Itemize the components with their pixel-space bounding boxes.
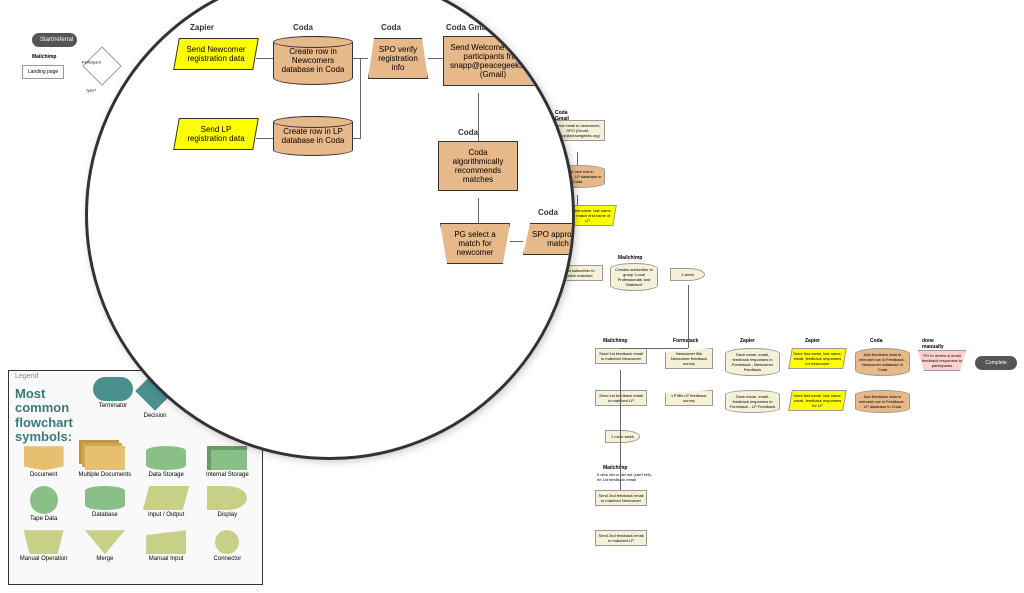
pg-review-box: PG to review & email feedback responses … xyxy=(918,350,966,371)
send-1st-newcomer: Send 1st feedback email to matched Newco… xyxy=(595,348,647,364)
landing-page-box: Landing page xyxy=(22,65,64,79)
legend-input-output: Input / Output xyxy=(138,486,195,522)
coda-label-1: Coda xyxy=(293,23,313,32)
mailchimp-label-4: Mailchimp xyxy=(603,465,627,471)
send-lp-data: Send LP registration data xyxy=(173,118,259,150)
create-newcomer-row: Create row in Newcomers database in Coda xyxy=(273,36,353,85)
mailchimp-label-1: Mailchimp xyxy=(32,54,56,60)
create-lp-row: Create row in LP database in Coda xyxy=(273,116,353,156)
zapier-label: Zapier xyxy=(190,23,214,32)
legend-manual-input: Manual Input xyxy=(138,530,195,562)
newcomer-fills-survey: Newcomer fills Newcomer feedback survey xyxy=(665,348,713,369)
send-2nd-newcomer: Send 2nd feedback email to matched Newco… xyxy=(595,490,647,506)
coda-label-3: Coda xyxy=(458,128,478,137)
mailchimp-label-3: Mailchimp xyxy=(603,338,627,344)
coda-recommends-box: Coda algorithmically recommends matches xyxy=(438,141,518,191)
formstack-label: Formstack xyxy=(673,338,698,344)
add-feedback-lp: Add feedback data to relevant row in Fee… xyxy=(855,390,910,413)
reminder-label: If click did or did not (can't tell), ee… xyxy=(597,472,657,482)
legend-header: Most common flowchart symbols: xyxy=(15,387,85,444)
start-terminator: Start/referral xyxy=(32,33,77,47)
add-feedback-newcomer: Add feedback data to relevant row in Fee… xyxy=(855,348,910,376)
lp-fills-survey: LP fills LP feedback survey xyxy=(665,390,713,406)
legend-display: Display xyxy=(199,486,256,522)
legend-manual-operation: Manual Operation xyxy=(15,530,72,562)
spo-verify: SPO verify registration info xyxy=(368,38,428,79)
pg-select-match: PG select a match for newcomer xyxy=(440,223,510,264)
mailchimp-label-2: Mailchimp xyxy=(618,255,642,261)
zapier-label-3: Zapier xyxy=(805,338,820,344)
save-lp-feedback: Save name, email, feedback responses in … xyxy=(725,390,780,413)
spo-approves-match: SPO approves match xyxy=(523,223,575,255)
create-subscriber-cyl: Creates subscriber in group 'Local Profe… xyxy=(610,263,658,291)
save-newcomer-feedback: Save name, email, feedback responses in … xyxy=(725,348,780,376)
coda-label-4: Coda xyxy=(538,208,558,217)
coda-label-2: Coda xyxy=(381,23,401,32)
send-feedback-lp: Send first name, last name, email, feedb… xyxy=(788,390,847,411)
legend-document: Document xyxy=(15,446,72,478)
send-newcomer-data: Send Newcomer registration data xyxy=(173,38,259,70)
legend-merge: Merge xyxy=(76,530,133,562)
legend-title: Legend xyxy=(15,373,38,380)
magnifier-circle: Zapier Coda Coda Coda Gmail Pack Send Ne… xyxy=(85,0,575,460)
complete-terminator: Complete xyxy=(975,356,1017,370)
legend-connector: Connector xyxy=(199,530,256,562)
one-more-week-delay: 1 more week xyxy=(605,430,640,443)
coda-label-5: Coda xyxy=(870,338,883,344)
manual-label: done manually xyxy=(922,338,944,350)
one-week-delay: 1 week xyxy=(670,268,705,281)
send-1st-lp: Send 1st feedback email to matched LP xyxy=(595,390,647,406)
send-feedback-newcomer: Send first name, last name, email, feedb… xyxy=(788,348,847,369)
legend-tape-data: Tape Data xyxy=(15,486,72,522)
welcome-email-box: Send Welcome Email to participants from … xyxy=(443,36,543,86)
send-2nd-lp: Send 2nd feedback email to matched LP xyxy=(595,530,647,546)
gmail-pack-label: Coda Gmail Pack xyxy=(446,23,511,32)
legend-database: Database xyxy=(76,486,133,522)
zapier-label-2: Zapier xyxy=(740,338,755,344)
